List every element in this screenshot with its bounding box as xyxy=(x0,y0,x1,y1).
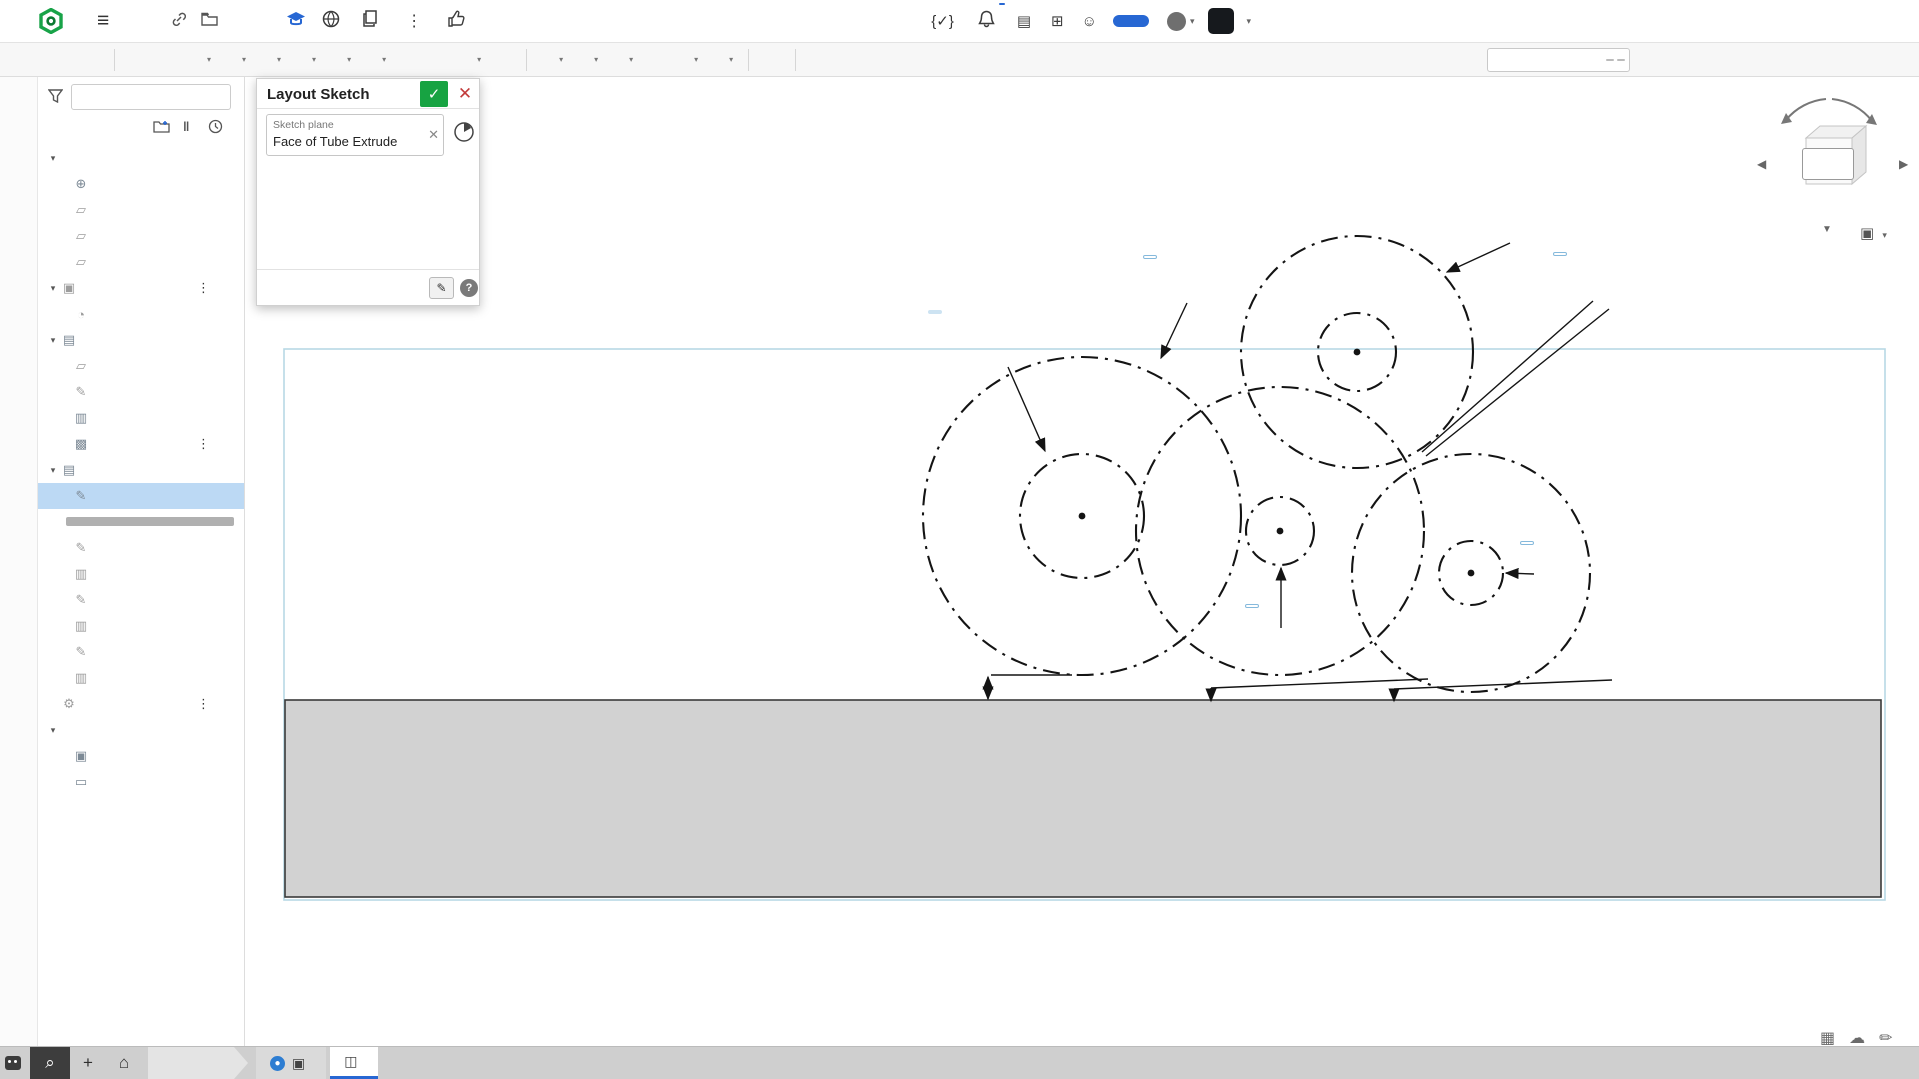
dialog-cancel-button[interactable]: ✕ xyxy=(453,81,477,107)
sketch-properties-button[interactable]: ✎ xyxy=(429,277,454,299)
tab-search-button[interactable]: ⌕ xyxy=(30,1047,70,1079)
dim-0-7[interactable] xyxy=(1508,563,1513,581)
dialog-header: Layout Sketch ✓ ✕ xyxy=(257,79,479,109)
layout-sketch-dialog: Layout Sketch ✓ ✕ Sketch plane Face of T… xyxy=(256,78,480,306)
plate-face[interactable] xyxy=(285,700,1881,897)
sprocket-centers xyxy=(1079,349,1475,577)
rotate-left-icon[interactable]: ◀ xyxy=(1757,157,1766,171)
ratio-badge-64-20[interactable] xyxy=(1143,255,1157,259)
view-cube-face-label[interactable] xyxy=(1802,148,1854,180)
dim-0-125[interactable] xyxy=(1540,280,1545,298)
assembly-info-icon: ● xyxy=(270,1056,285,1071)
dim-1-281[interactable] xyxy=(942,343,947,361)
sprocket-expression-badge[interactable] xyxy=(928,310,942,314)
tab-exercise-5-part-studio[interactable]: ◫ xyxy=(330,1047,378,1079)
part-studio-icon: ◫ xyxy=(344,1053,357,1070)
new-tab-button[interactable]: + xyxy=(70,1047,106,1079)
bottom-tab-bar: ⌕ + ⌂ ● ▣ ◫ xyxy=(0,1046,1919,1079)
ratio-badge-14-20[interactable] xyxy=(1520,541,1534,545)
rotate-down-icon[interactable]: ▼ xyxy=(1822,224,1832,235)
rotate-right-icon[interactable]: ▶ xyxy=(1899,157,1908,171)
dim-0-8[interactable] xyxy=(1235,629,1240,647)
dimension-leaders xyxy=(988,243,1612,701)
home-tab-button[interactable]: ⌂ xyxy=(106,1047,142,1079)
sketch-plane-field[interactable]: Sketch plane Face of Tube Extrude ✕ xyxy=(266,114,444,156)
dialog-title: Layout Sketch xyxy=(267,86,370,103)
graphics-area[interactable] xyxy=(245,77,1919,1046)
assistant-robot-icon[interactable] xyxy=(0,1047,26,1079)
tab-exercise-5-assembly[interactable]: ● ▣ xyxy=(256,1047,326,1079)
cloud-status-icon[interactable]: ☁ xyxy=(1849,1028,1865,1048)
dialog-accept-button[interactable]: ✓ xyxy=(420,81,448,107)
sketch-plane-label: Sketch plane xyxy=(273,119,334,131)
sprocket-circles[interactable] xyxy=(923,236,1590,692)
sketch-plane-value: Face of Tube Extrude xyxy=(273,134,397,149)
clear-selection-icon[interactable]: ✕ xyxy=(428,127,439,143)
canvas-corner-tools: ▦ ☁ ✏ xyxy=(1820,1028,1893,1048)
machining-icon[interactable]: ✏ xyxy=(1879,1028,1892,1048)
selection-history-icon[interactable] xyxy=(453,121,475,143)
dialog-help-button[interactable]: ? xyxy=(460,279,478,297)
assembly-icon: ▣ xyxy=(292,1055,305,1072)
ratio-badge-16-20[interactable] xyxy=(1245,604,1259,608)
ratio-badge-1-8[interactable] xyxy=(1553,252,1567,256)
dim-sprocket-od-3-2[interactable] xyxy=(1128,282,1133,300)
print-icon[interactable]: ▦ xyxy=(1820,1028,1835,1048)
dialog-divider xyxy=(257,269,479,270)
view-options-icon[interactable]: ▣ ▾ xyxy=(1860,224,1887,242)
tab-exercise-5-flip[interactable] xyxy=(148,1047,248,1079)
